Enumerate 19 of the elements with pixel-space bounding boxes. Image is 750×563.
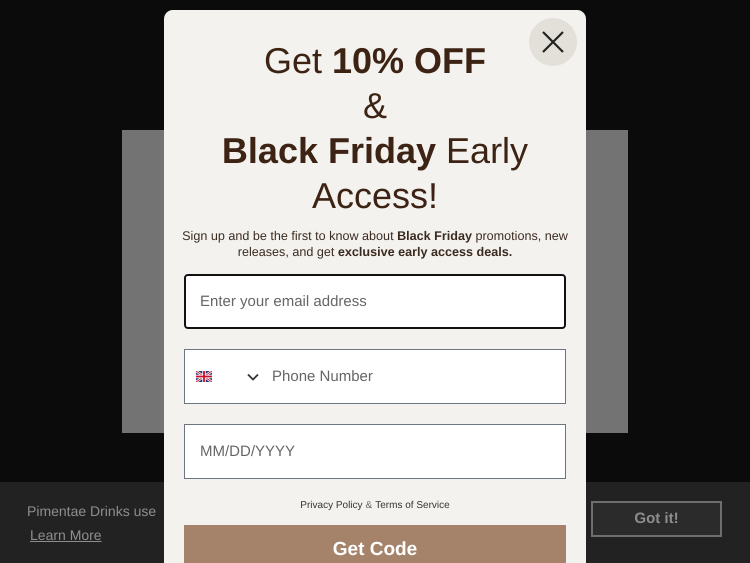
chevron-down-icon[interactable] [247,372,259,380]
headline: Get 10% OFF [264,39,486,83]
description: Sign up and be the first to know about Black Friday promotions, new releases, and get exclusive early access deals. [181,228,569,260]
close-button[interactable] [529,18,577,66]
close-icon [541,30,565,54]
privacy-policy-link[interactable]: Privacy Policy [300,500,363,511]
cookie-message: Pimentae Drinks use [27,502,156,518]
headline: & [362,84,387,128]
phone-input[interactable]: Phone Number [272,368,550,385]
separator: & [366,500,372,511]
headline: Black Friday Early [222,129,528,173]
date-field[interactable]: MM/DD/YYYY [184,424,566,479]
headline: Access! [312,174,438,218]
flag-icon [196,371,212,382]
terms-link[interactable]: Terms of Service [375,500,450,511]
learn-more-link[interactable]: Learn More [30,526,102,542]
get-code-button[interactable]: Get Code [184,525,566,563]
got-it-button[interactable]: Got it! [591,500,722,536]
email-field[interactable]: Enter your email address [184,274,566,329]
